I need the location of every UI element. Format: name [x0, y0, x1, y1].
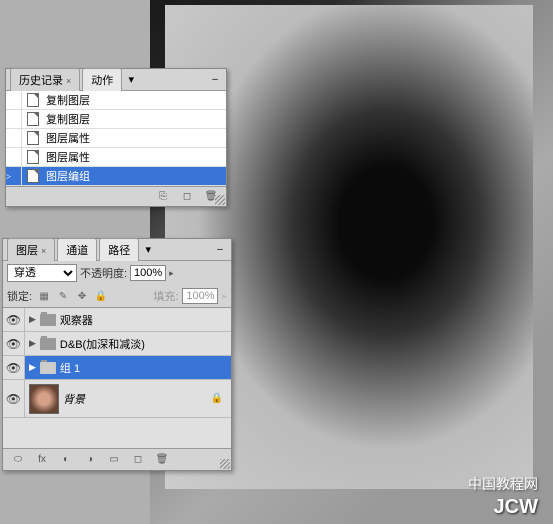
- tab-channels[interactable]: 通道: [57, 238, 97, 261]
- fill-arrow-icon: ▸: [222, 291, 227, 302]
- opacity-input[interactable]: [130, 265, 166, 281]
- history-step-icon: [27, 112, 39, 126]
- layer-row[interactable]: 👁 ▶ 观察器: [3, 308, 231, 332]
- lock-label: 锁定:: [7, 288, 32, 304]
- lock-position-icon[interactable]: ✥: [74, 288, 90, 304]
- resize-grip-icon[interactable]: [215, 195, 225, 205]
- panel-minimize-icon[interactable]: –: [208, 73, 222, 87]
- fill-input: [182, 288, 218, 304]
- layers-panel: 图层× 通道 路径 ▾ – 穿透 不透明度: ▸ 锁定: ▦ ✎ ✥ 🔒 填充:…: [2, 238, 232, 471]
- eye-icon: 👁: [6, 337, 21, 351]
- link-layers-icon[interactable]: ⬭: [9, 453, 27, 467]
- history-toggle[interactable]: [6, 110, 22, 128]
- history-list: 复制图层 复制图层 图层属性 图层属性 ▷ 图层编组: [6, 91, 226, 186]
- tab-actions[interactable]: 动作: [82, 68, 122, 91]
- visibility-toggle[interactable]: 👁: [3, 380, 25, 417]
- history-current-marker-icon: ▷: [6, 171, 11, 182]
- expand-arrow-icon[interactable]: ▶: [29, 314, 36, 325]
- history-item[interactable]: 复制图层: [6, 91, 226, 110]
- panel-menu-icon[interactable]: ▾: [124, 73, 138, 87]
- tab-layers[interactable]: 图层×: [7, 238, 55, 261]
- history-panel: 历史记录× 动作 ▾ – 复制图层 复制图层 图层属性 图层属性 ▷: [5, 68, 227, 207]
- adjustment-layer-icon[interactable]: ◑: [81, 453, 99, 467]
- lock-all-icon[interactable]: 🔒: [93, 288, 109, 304]
- layer-row-background[interactable]: 👁 背景 🔒: [3, 380, 231, 418]
- lock-icon: 🔒: [211, 393, 223, 404]
- opacity-arrow-icon[interactable]: ▸: [169, 268, 174, 279]
- layers-panel-tabs: 图层× 通道 路径 ▾ –: [3, 239, 231, 261]
- eye-icon: 👁: [6, 313, 21, 327]
- blend-mode-dropdown[interactable]: 穿透: [7, 264, 77, 282]
- new-snapshot-icon[interactable]: ◻: [178, 190, 196, 204]
- layers-footer: ⬭ fx ◐ ◑ ▭ ◻ 🗑: [3, 448, 231, 470]
- new-group-icon[interactable]: ▭: [105, 453, 123, 467]
- layer-list: 👁 ▶ 观察器 👁 ▶ D&B(加深和减淡) 👁 ▶ 组 1 �: [3, 308, 231, 448]
- delete-layer-icon[interactable]: 🗑: [153, 453, 171, 467]
- visibility-toggle[interactable]: 👁: [3, 332, 25, 355]
- fill-label: 填充:: [153, 288, 178, 304]
- history-item[interactable]: 图层属性: [6, 129, 226, 148]
- panel-menu-icon[interactable]: ▾: [141, 243, 155, 257]
- layers-toolbar-2: 锁定: ▦ ✎ ✥ 🔒 填充: ▸: [3, 285, 231, 308]
- history-step-icon: [27, 93, 39, 107]
- history-footer: ⎘ ◻ 🗑: [6, 186, 226, 206]
- new-layer-icon[interactable]: ◻: [129, 453, 147, 467]
- layer-style-icon[interactable]: fx: [33, 453, 51, 467]
- watermark-text-1: 中国教程网: [468, 474, 538, 494]
- visibility-toggle[interactable]: 👁: [3, 356, 25, 379]
- lock-pixels-icon[interactable]: ✎: [55, 288, 71, 304]
- expand-arrow-icon[interactable]: ▶: [29, 338, 36, 349]
- history-item[interactable]: ▷ 图层编组: [6, 167, 226, 186]
- visibility-toggle[interactable]: 👁: [3, 308, 25, 331]
- watermark-text-2: JCW: [494, 496, 538, 519]
- layer-row[interactable]: 👁 ▶ 组 1: [3, 356, 231, 380]
- folder-icon: [40, 314, 56, 326]
- eye-icon: 👁: [3, 356, 24, 379]
- tab-close-icon[interactable]: ×: [41, 246, 46, 256]
- layer-mask-icon[interactable]: ◐: [57, 453, 75, 467]
- history-step-icon: [27, 150, 39, 164]
- resize-grip-icon[interactable]: [220, 459, 230, 469]
- layer-thumbnail: [29, 384, 59, 414]
- tab-close-icon[interactable]: ×: [66, 76, 71, 86]
- history-step-icon: [27, 131, 39, 145]
- history-step-icon: [27, 169, 39, 183]
- tab-paths[interactable]: 路径: [99, 238, 139, 261]
- layers-toolbar-1: 穿透 不透明度: ▸: [3, 261, 231, 285]
- history-item[interactable]: 图层属性: [6, 148, 226, 167]
- lock-transparency-icon[interactable]: ▦: [36, 288, 52, 304]
- new-document-from-state-icon[interactable]: ⎘: [154, 190, 172, 204]
- opacity-label: 不透明度:: [80, 265, 127, 281]
- history-panel-tabs: 历史记录× 动作 ▾ –: [6, 69, 226, 91]
- history-toggle[interactable]: [6, 148, 22, 166]
- tab-history[interactable]: 历史记录×: [10, 68, 80, 91]
- expand-arrow-icon[interactable]: ▶: [29, 362, 36, 373]
- eye-icon: 👁: [6, 392, 21, 406]
- folder-icon: [40, 338, 56, 350]
- folder-icon: [40, 362, 56, 374]
- history-toggle[interactable]: [6, 129, 22, 147]
- history-toggle[interactable]: [6, 91, 22, 109]
- history-item[interactable]: 复制图层: [6, 110, 226, 129]
- layer-row[interactable]: 👁 ▶ D&B(加深和减淡): [3, 332, 231, 356]
- panel-minimize-icon[interactable]: –: [213, 243, 227, 257]
